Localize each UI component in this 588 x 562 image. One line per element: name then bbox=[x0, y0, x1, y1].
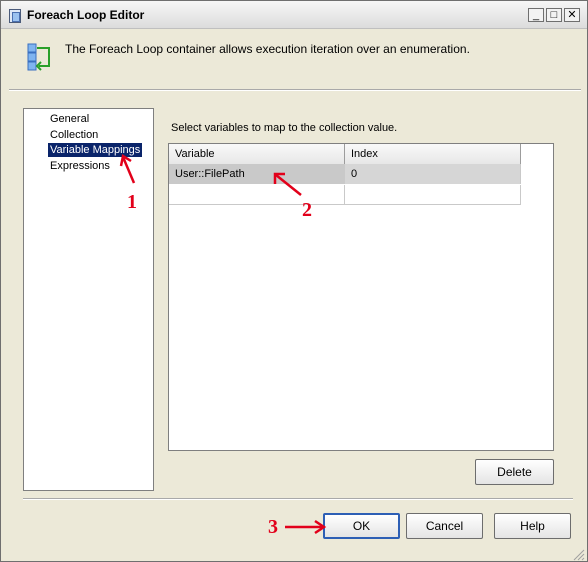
nav-item-expressions[interactable]: Expressions bbox=[48, 159, 112, 173]
index-cell[interactable]: 0 bbox=[345, 164, 521, 184]
nav-item-general[interactable]: General bbox=[48, 112, 91, 126]
annotation-number-3: 3 bbox=[268, 516, 278, 538]
variable-cell[interactable] bbox=[169, 185, 345, 205]
window-app-icon bbox=[9, 9, 21, 23]
grid-header: Variable Index bbox=[169, 144, 521, 164]
column-header-index[interactable]: Index bbox=[345, 144, 521, 164]
cancel-button[interactable]: Cancel bbox=[406, 513, 483, 539]
index-cell[interactable] bbox=[345, 185, 521, 205]
annotation-arrow-2-icon bbox=[273, 172, 302, 196]
ok-button[interactable]: OK bbox=[323, 513, 400, 539]
foreach-loop-icon bbox=[27, 43, 50, 71]
maximize-button[interactable]: □ bbox=[546, 8, 562, 22]
delete-button[interactable]: Delete bbox=[475, 459, 554, 485]
table-row-new[interactable] bbox=[169, 185, 521, 205]
minimize-button[interactable]: _ bbox=[528, 8, 544, 22]
foreach-loop-editor-window: Foreach Loop Editor _ □ ✕ The Foreach Lo… bbox=[0, 0, 588, 562]
annotation-number-2: 2 bbox=[302, 199, 312, 221]
annotation-arrow-3-icon bbox=[285, 519, 327, 535]
variable-mapping-grid: Variable Index User::FilePath 0 bbox=[168, 143, 554, 451]
footer-divider-highlight bbox=[23, 499, 573, 500]
description-text: The Foreach Loop container allows execut… bbox=[65, 42, 470, 56]
variable-cell[interactable]: User::FilePath bbox=[169, 164, 345, 184]
table-row[interactable]: User::FilePath 0 bbox=[169, 164, 521, 184]
close-button[interactable]: ✕ bbox=[564, 8, 580, 22]
instruction-label: Select variables to map to the collectio… bbox=[171, 122, 398, 134]
annotation-arrow-1-icon bbox=[119, 153, 136, 184]
window-title: Foreach Loop Editor bbox=[27, 8, 145, 22]
title-bar[interactable]: Foreach Loop Editor _ □ ✕ bbox=[1, 1, 587, 29]
help-button[interactable]: Help bbox=[494, 513, 571, 539]
annotation-number-1: 1 bbox=[127, 191, 137, 213]
header-divider-highlight bbox=[9, 90, 581, 91]
column-header-variable[interactable]: Variable bbox=[169, 144, 345, 164]
resize-grip-icon[interactable] bbox=[571, 547, 585, 561]
nav-item-collection[interactable]: Collection bbox=[48, 128, 100, 142]
